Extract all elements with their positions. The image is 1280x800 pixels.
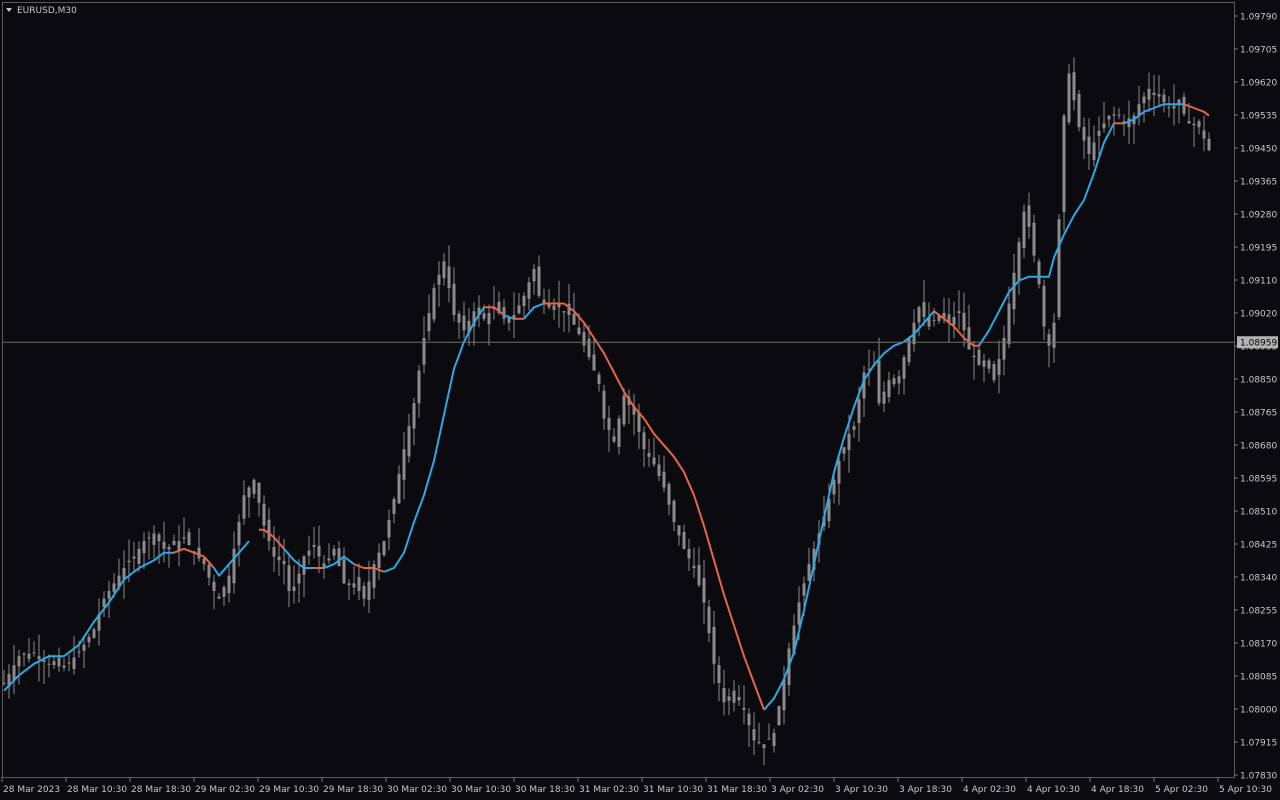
y-tick-label: 1.09620: [1240, 79, 1277, 89]
y-tick-label: 1.08000: [1240, 706, 1277, 716]
y-tick-label: 1.08765: [1240, 409, 1277, 419]
y-tick-label: 1.08340: [1240, 574, 1277, 584]
y-tick-label: 1.09110: [1240, 277, 1277, 287]
y-tick-label: 1.08595: [1240, 475, 1277, 485]
y-tick-label: 1.09020: [1240, 310, 1277, 320]
x-tick-label: 28 Mar 18:30: [131, 785, 191, 795]
current-price-tag-text: 1.08959: [1240, 339, 1277, 349]
x-tick-label: 30 Mar 18:30: [515, 785, 575, 795]
x-tick-label: 5 Apr 02:30: [1155, 785, 1208, 795]
symbol-header[interactable]: EURUSD,M30: [6, 6, 77, 16]
x-tick-label: 3 Apr 10:30: [835, 785, 888, 795]
candle: [1057, 214, 1061, 321]
x-tick-label: 4 Apr 18:30: [1091, 785, 1144, 795]
x-tick-label: 31 Mar 18:30: [707, 785, 767, 795]
y-tick-label: 1.08085: [1240, 673, 1277, 683]
y-tick-label: 1.07830: [1240, 772, 1277, 782]
x-tick-label: 4 Apr 10:30: [1027, 785, 1080, 795]
x-tick-label: 30 Mar 02:30: [387, 785, 447, 795]
y-tick-label: 1.09195: [1240, 244, 1277, 254]
candle: [992, 360, 996, 383]
x-tick-label: 4 Apr 02:30: [963, 785, 1016, 795]
y-tick-label: 1.08510: [1240, 508, 1277, 518]
x-tick-label: 29 Mar 02:30: [195, 785, 255, 795]
symbol-label: EURUSD,M30: [17, 6, 77, 16]
candle: [432, 283, 436, 323]
y-tick-label: 1.08850: [1240, 376, 1277, 386]
candle: [1037, 258, 1041, 289]
y-tick-label: 1.08170: [1240, 640, 1277, 650]
x-tick-label: 3 Apr 02:30: [771, 785, 824, 795]
y-tick-label: 1.07915: [1240, 739, 1277, 749]
x-tick-label: 29 Mar 18:30: [323, 785, 383, 795]
candle: [1077, 90, 1081, 132]
current-price-tag: 1.08959: [1237, 336, 1278, 349]
x-tick-label: 28 Mar 10:30: [67, 785, 127, 795]
y-tick-label: 1.08255: [1240, 607, 1277, 617]
y-tick-label: 1.09535: [1240, 112, 1277, 122]
y-tick-label: 1.08680: [1240, 442, 1277, 452]
x-tick-label: 31 Mar 10:30: [643, 785, 703, 795]
y-tick-label: 1.08425: [1240, 541, 1277, 551]
x-tick-label: 30 Mar 10:30: [451, 785, 511, 795]
y-tick-label: 1.09365: [1240, 178, 1277, 188]
x-tick-label: 28 Mar 2023: [3, 785, 60, 795]
candle: [907, 336, 911, 366]
x-tick-label: 31 Mar 02:30: [579, 785, 639, 795]
price-chart[interactable]: 1.09790 1.09705 1.09620 1.09535 1.09450 1.093…: [0, 0, 1280, 800]
candle: [382, 540, 386, 557]
y-tick-label: 1.09790: [1240, 13, 1277, 23]
y-tick-label: 1.09705: [1240, 46, 1277, 56]
chart-background: [0, 0, 1280, 800]
y-tick-label: 1.09450: [1240, 145, 1277, 155]
candle: [777, 705, 781, 726]
x-tick-label: 3 Apr 18:30: [899, 785, 952, 795]
x-tick-label: 5 Apr 10:30: [1219, 785, 1272, 795]
x-tick-label: 29 Mar 10:30: [259, 785, 319, 795]
y-tick-label: 1.09280: [1240, 211, 1277, 221]
